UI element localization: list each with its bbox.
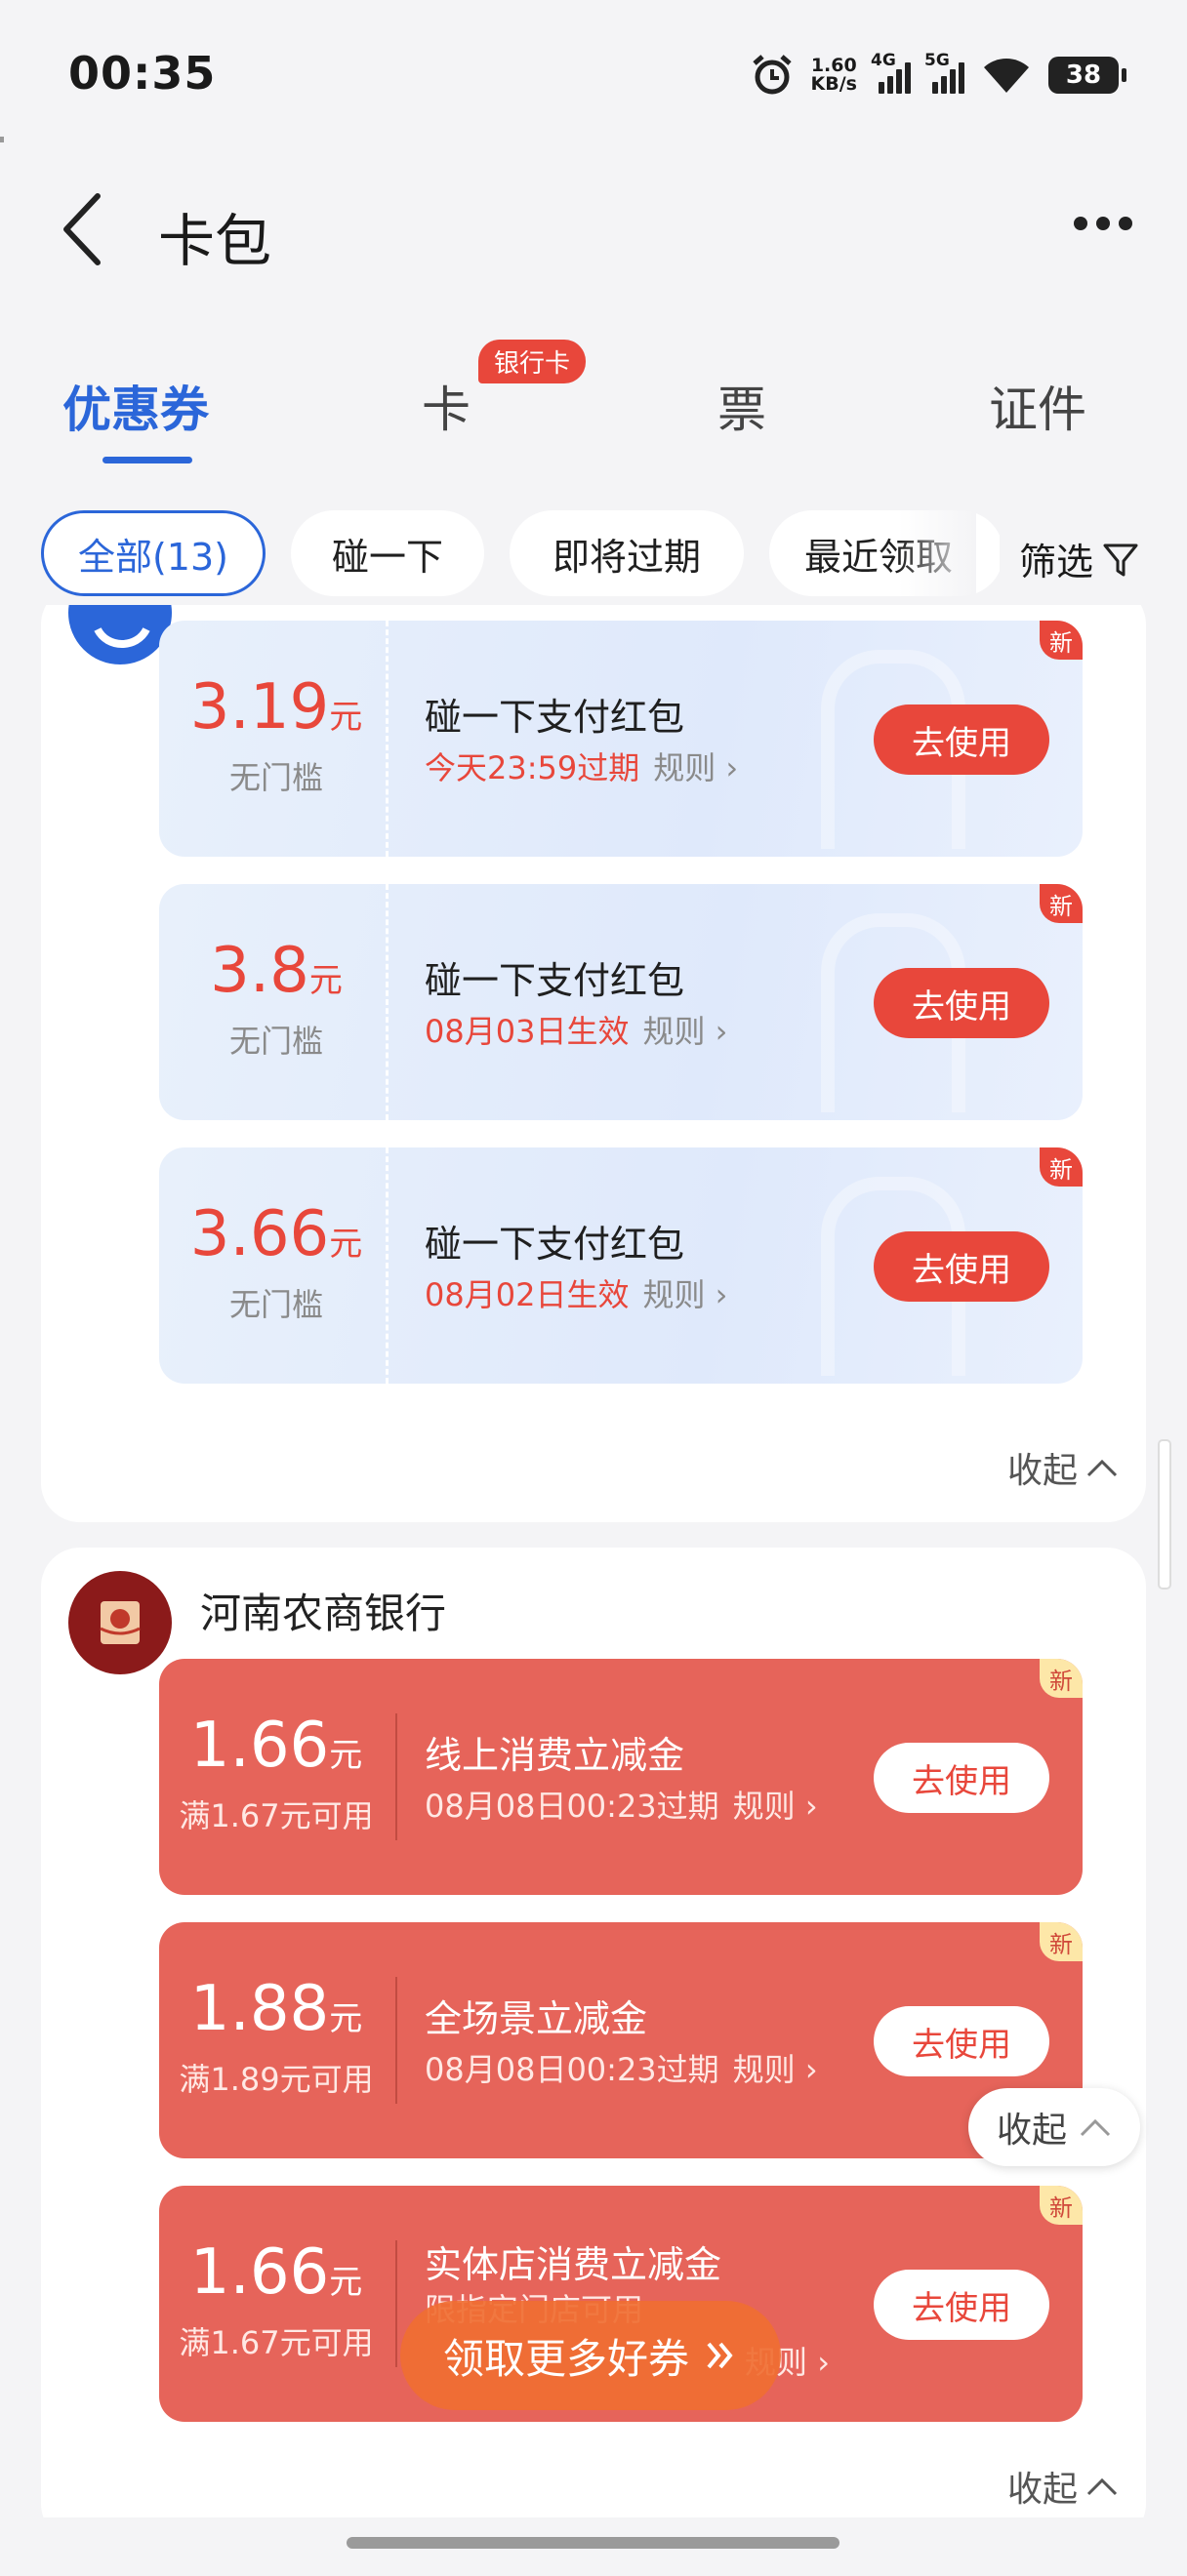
coupon-amount: 1.88元 <box>189 1973 363 2045</box>
coupon-title: 实体店消费立减金 <box>425 2243 722 2286</box>
double-chevron-right-icon <box>707 2342 733 2369</box>
coupon-title: 碰一下支付红包 <box>425 1223 685 1266</box>
new-tag: 新 <box>1040 884 1083 923</box>
net-speed: 1.60 KB/s <box>810 55 857 95</box>
chip-touch[interactable]: 碰一下 <box>291 510 484 596</box>
coupon-condition: 满1.89元可用 <box>179 2061 374 2098</box>
coupon-amount: 3.8元 <box>210 935 343 1007</box>
tab-cards[interactable]: 卡 <box>422 371 471 441</box>
use-button[interactable]: 去使用 <box>874 1231 1049 1302</box>
coupon-expiry: 08月03日生效 <box>425 1013 630 1050</box>
bank-name: 河南农商银行 <box>200 1590 447 1637</box>
rule-link[interactable]: 规则 › <box>733 1782 818 1827</box>
use-button[interactable]: 去使用 <box>874 2270 1049 2340</box>
coupon-amount: 3.66元 <box>189 1198 363 1270</box>
coupon-condition: 无门槛 <box>228 759 323 796</box>
coupon-condition: 无门槛 <box>228 1286 323 1323</box>
new-tag: 新 <box>1040 1922 1083 1961</box>
use-button[interactable]: 去使用 <box>874 1743 1049 1813</box>
new-tag: 新 <box>1040 621 1083 660</box>
edge-mark <box>0 137 4 142</box>
new-tag: 新 <box>1040 1659 1083 1698</box>
coupon-condition: 无门槛 <box>228 1023 323 1060</box>
coupon-expiry: 08月08日00:23过期 <box>425 2051 719 2088</box>
coupon-card[interactable]: 3.66元 无门槛 碰一下支付红包 08月02日生效 规则 › 去使用 新 <box>159 1147 1083 1384</box>
coupon-expiry: 08月02日生效 <box>425 1276 630 1313</box>
coupon-card[interactable]: 3.19元 无门槛 碰一下支付红包 今天23:59过期 规则 › 去使用 新 <box>159 621 1083 857</box>
coupon-amount: 3.19元 <box>189 671 363 744</box>
status-time: 00:35 <box>68 47 217 100</box>
signal-5g-icon: 5G <box>924 51 964 94</box>
coupon-amount: 1.66元 <box>189 1710 363 1782</box>
rule-link[interactable]: 规则 › <box>642 1270 727 1315</box>
new-tag: 新 <box>1040 2186 1083 2225</box>
rule-link[interactable]: 规则 › <box>733 2045 818 2090</box>
header: 卡包 <box>0 146 1187 307</box>
coupon-list[interactable]: 3.19元 无门槛 碰一下支付红包 今天23:59过期 规则 › 去使用 新 3.… <box>0 605 1187 2517</box>
tab-ids[interactable]: 证件 <box>989 371 1086 441</box>
more-coupons-button[interactable]: 领取更多好券 <box>400 2301 781 2410</box>
chip-fade <box>898 503 976 600</box>
alipay-logo-icon <box>68 605 172 664</box>
rule-link[interactable]: 规则 › <box>653 744 738 788</box>
chip-expiring[interactable]: 即将过期 <box>510 510 744 596</box>
coupon-card[interactable]: 1.88元 满1.89元可用 全场景立减金 08月08日00:23过期 规则 › … <box>159 1922 1083 2158</box>
coupon-title: 线上消费立减金 <box>425 1734 685 1777</box>
coupon-condition: 满1.67元可用 <box>179 2324 374 2361</box>
battery-icon: 38 <box>1048 57 1126 94</box>
tab-coupons[interactable]: 优惠券 <box>62 371 209 441</box>
bank-card-badge: 银行卡 <box>478 340 587 383</box>
use-button[interactable]: 去使用 <box>874 968 1049 1038</box>
coupon-card[interactable]: 3.8元 无门槛 碰一下支付红包 08月03日生效 规则 › 去使用 新 <box>159 884 1083 1120</box>
bank-logo-icon <box>68 1571 172 1674</box>
tab-tickets[interactable]: 票 <box>717 371 766 441</box>
tab-bar: 优惠券 卡 银行卡 票 证件 <box>0 312 1187 478</box>
status-bar: 00:35 1.60 KB/s 4G 5G 38 <box>0 0 1187 146</box>
new-tag: 新 <box>1040 1147 1083 1187</box>
filter-icon <box>1103 543 1138 576</box>
coupon-expiry: 今天23:59过期 <box>425 749 640 786</box>
rule-link[interactable]: 规则 › <box>642 1007 727 1052</box>
more-icon[interactable] <box>1074 217 1132 230</box>
status-icons: 1.60 KB/s 4G 5G 38 <box>751 51 1126 100</box>
chevron-up-icon <box>1080 2118 1111 2137</box>
filter-button[interactable]: 筛选 <box>999 532 1140 585</box>
collapse-button[interactable]: 收起 <box>1007 1442 1119 1493</box>
page-title: 卡包 <box>158 208 272 274</box>
coupon-title: 全场景立减金 <box>425 1997 648 2040</box>
coupon-amount: 1.66元 <box>189 2236 363 2309</box>
chevron-up-icon <box>1086 1459 1118 1477</box>
coupon-expiry: 08月08日00:23过期 <box>425 1788 719 1825</box>
use-button[interactable]: 去使用 <box>874 704 1049 775</box>
coupon-title: 碰一下支付红包 <box>425 959 685 1002</box>
scrollbar-thumb[interactable] <box>1158 1439 1171 1590</box>
wifi-icon <box>984 59 1029 93</box>
signal-4g-icon: 4G <box>871 51 911 94</box>
use-button[interactable]: 去使用 <box>874 2006 1049 2076</box>
coupon-condition: 满1.67元可用 <box>179 1797 374 1834</box>
back-icon[interactable] <box>55 190 113 268</box>
tab-underline <box>102 457 192 463</box>
collapse-button[interactable]: 收起 <box>1007 2461 1119 2512</box>
home-indicator[interactable] <box>347 2537 839 2549</box>
filter-chips: 全部(13) 碰一下 即将过期 最近领取 筛选 <box>0 493 1187 610</box>
chip-all[interactable]: 全部(13) <box>41 510 266 596</box>
alarm-icon <box>752 55 792 95</box>
coupon-title: 碰一下支付红包 <box>425 696 685 739</box>
floating-collapse-button[interactable]: 收起 <box>968 2088 1140 2166</box>
chevron-up-icon <box>1086 2477 1118 2496</box>
coupon-card[interactable]: 1.66元 满1.67元可用 线上消费立减金 08月08日00:23过期 规则 ›… <box>159 1659 1083 1895</box>
